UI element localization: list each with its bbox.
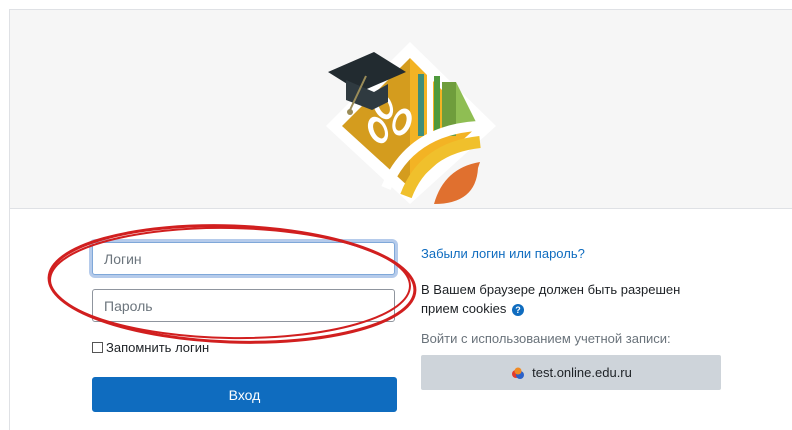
sso-label: Войти с использованием учетной записи: (421, 331, 671, 346)
cookies-notice-text: В Вашем браузере должен быть разрешен пр… (421, 282, 681, 316)
username-input[interactable] (92, 242, 395, 275)
sso-button-label: test.online.edu.ru (532, 365, 632, 380)
logo-header (10, 10, 792, 209)
question-circle-icon[interactable]: ? (512, 303, 525, 316)
login-button-label: Вход (228, 386, 261, 403)
online-edu-logo-icon (512, 367, 525, 379)
remember-username-checkbox[interactable]: Запомнить логин (92, 340, 209, 355)
site-logo (326, 42, 496, 204)
login-button[interactable]: Вход (92, 377, 397, 412)
forgot-password-link[interactable]: Забыли логин или пароль? (421, 246, 585, 261)
password-input[interactable] (92, 289, 395, 322)
cookies-notice: В Вашем браузере должен быть разрешен пр… (421, 280, 711, 318)
checkbox-icon[interactable] (92, 342, 103, 353)
remember-label: Запомнить логин (106, 340, 210, 355)
sso-login-button[interactable]: test.online.edu.ru (421, 355, 721, 390)
